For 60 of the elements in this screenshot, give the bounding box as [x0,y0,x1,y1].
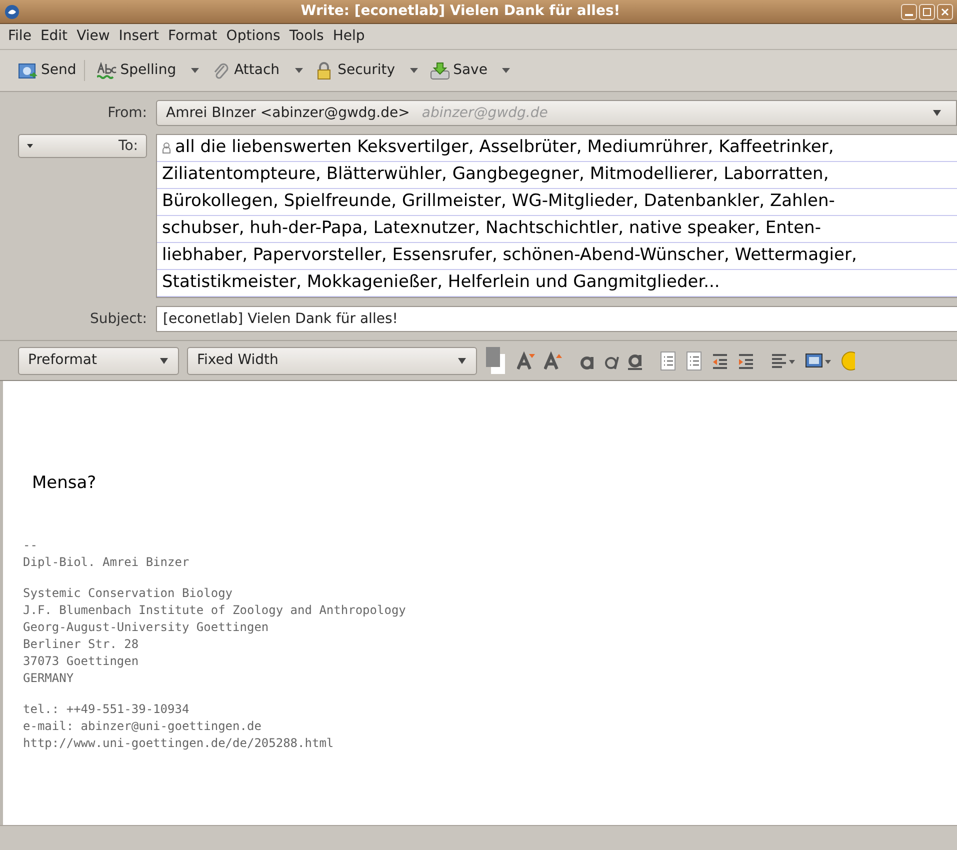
menu-item[interactable]: Tools [285,26,328,47]
signature-line: J.F. Blumenbach Institute of Zoology and Anthropology [23,602,407,618]
signature-line: http://www.uni-goettingen.de/de/205288.html [23,734,335,752]
dropdown-arrow-icon [27,143,33,149]
subject-field[interactable]: [econetlab] Vielen Dank für alles! [156,306,957,332]
app-icon[interactable] [4,4,20,20]
signature-line: tel.: ++49-551-39-10934 [23,700,190,718]
menu-item[interactable]: Edit [36,26,72,47]
save-button[interactable]: Save [430,60,510,81]
menu-item[interactable]: View [72,26,114,47]
window-title: Write: [econetlab] Vielen Dank für alles! [300,2,622,21]
recipient-text: all die liebenswerten Keksvertilger, Asselbrüter, Mediumrührer, Kaffeetrinker, [175,136,834,160]
signature-line: Berliner Str. 28 [23,636,140,652]
recipient-text: Statistikmeister, Mokkagenießer, Helferlein und Gangmitglieder... [162,271,720,294]
field-label: From: [108,104,147,122]
person-icon [162,142,171,154]
menu-item[interactable]: Help [328,26,369,47]
signature-line: GERMANY [23,670,75,686]
minimize-button[interactable] [901,4,917,20]
maximize-icon [923,8,931,16]
disk-icon [430,62,450,80]
color-swatch-icon[interactable] [485,346,507,376]
dropdown-arrow-icon [457,356,467,366]
attach-button[interactable]: Attach [211,60,303,81]
envelope-icon [18,62,38,80]
security-button[interactable]: Security [314,60,418,81]
recipient-text: schubser, huh-der-Papa, Latexnutzer, Nachtschichtler, native speaker, Enten- [162,217,821,240]
signature-line: -- [23,536,38,554]
menu-item[interactable]: Insert [114,26,163,47]
minimize-icon [905,14,913,16]
font-smaller-icon[interactable] [544,351,563,370]
spellcheck-icon [97,62,118,80]
recipient-type-button[interactable]: To: [18,134,147,158]
recipient-text: Ziliatentompteure, Blätterwühler, Gangbegegner, Mitmodellierer, Laborratten, [162,163,829,186]
menu-item[interactable]: Options [222,26,284,47]
close-icon [941,8,949,16]
maximize-button[interactable] [919,4,935,20]
field-label: Subject: [90,310,147,328]
bullet-list-icon[interactable] [659,350,677,370]
image-icon[interactable] [805,350,833,370]
menu-item[interactable]: Format [164,26,222,47]
signature-line: 37073 Goettingen [23,652,140,670]
signature-line: Georg-August-University Goettingen [23,618,270,636]
close-button[interactable] [937,4,953,20]
recipient-text: Bürokollegen, Spielfreunde, Grillmeister, WG-Mitglieder, Datenbankler, Zahlen- [162,190,835,214]
recipient-field[interactable] [156,134,957,298]
dropdown-arrow-icon [159,356,169,366]
signature-line: e-mail: abinzer@uni-goettingen.de [23,718,262,734]
spelling-button[interactable]: Spelling [97,60,200,81]
numbered-list-icon[interactable] [685,350,703,370]
font-larger-icon[interactable] [517,351,536,370]
paragraph-format-dropdown[interactable]: Preformat [18,346,179,374]
send-button[interactable]: Send [18,60,86,81]
recipient-text: liebhaber, Papervorsteller, Essensrufer, schönen-Abend-Wünscher, Wettermagier, [162,244,857,268]
message-text: Mensa? [31,472,98,495]
font-dropdown[interactable]: Fixed Width [187,346,477,374]
from-dropdown[interactable]: Amrei BInzer <abinzer@gwdg.de> abinzer@gwdg.de [156,100,957,126]
signature-line: Dipl-Biol. Amrei Binzer [23,554,190,570]
menu-item[interactable]: File [4,26,36,47]
signature-line: Systemic Conservation Biology [23,584,234,602]
